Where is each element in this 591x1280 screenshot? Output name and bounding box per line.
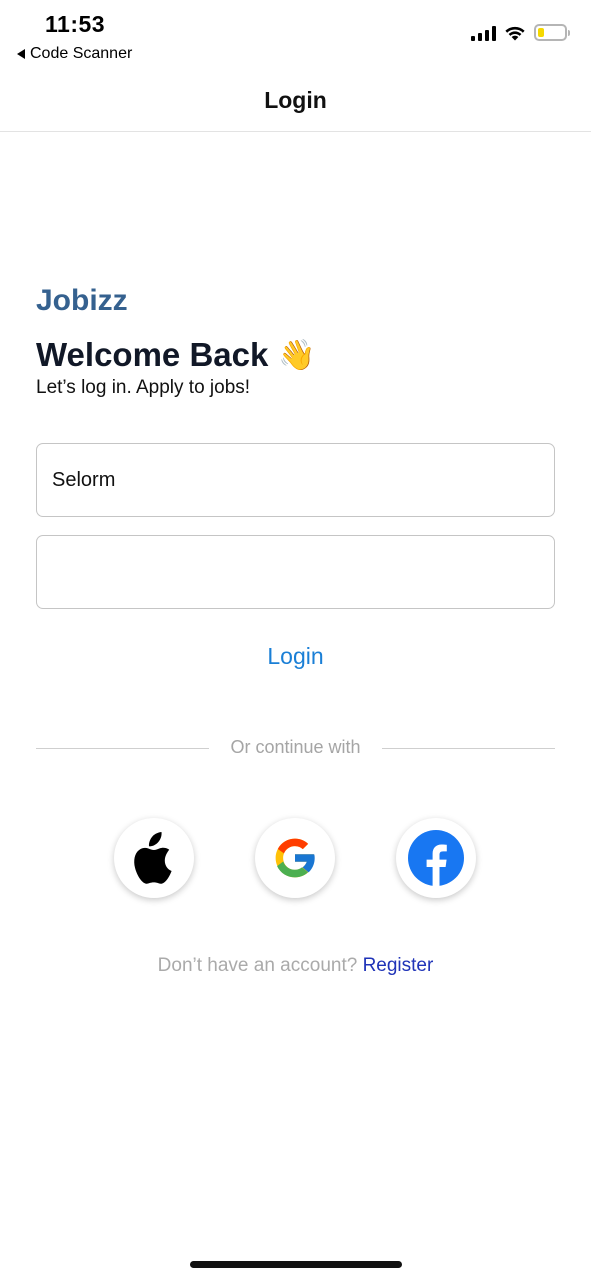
waving-hand-icon: 👋: [278, 338, 316, 372]
welcome-subtitle: Let’s log in. Apply to jobs!: [36, 377, 251, 398]
login-button[interactable]: Login: [0, 636, 591, 676]
brand-name: Jobizz: [36, 284, 128, 317]
battery-icon: [534, 24, 570, 41]
facebook-login-button[interactable]: [396, 818, 476, 898]
status-icons: [471, 24, 570, 41]
back-app-label: Code Scanner: [30, 45, 133, 62]
back-triangle-icon: [17, 49, 25, 59]
google-icon: [275, 838, 316, 878]
welcome-title: Welcome Back: [36, 336, 269, 373]
apple-login-button[interactable]: [114, 818, 194, 898]
nav-title: Login: [264, 87, 327, 113]
nav-bar: Login: [0, 70, 591, 132]
login-screen: 11:53 Code Scanner Login Jobizz Welcome …: [0, 0, 591, 1280]
google-login-button[interactable]: [255, 818, 335, 898]
welcome-heading: Welcome Back 👋: [36, 336, 316, 374]
back-to-app-button[interactable]: Code Scanner: [17, 45, 132, 63]
register-prompt: Don’t have an account? Register: [0, 955, 591, 977]
register-prompt-text: Don’t have an account?: [157, 955, 358, 976]
facebook-icon: [408, 830, 464, 886]
apple-icon: [134, 832, 172, 884]
divider-right: [382, 748, 555, 749]
battery-fill: [538, 28, 545, 37]
password-field[interactable]: [36, 535, 555, 609]
username-field[interactable]: [36, 443, 555, 517]
status-time: 11:53: [45, 11, 106, 37]
signal-icon: [471, 25, 496, 41]
register-link[interactable]: Register: [363, 955, 434, 976]
wifi-icon: [504, 25, 526, 41]
home-indicator[interactable]: [190, 1261, 402, 1268]
